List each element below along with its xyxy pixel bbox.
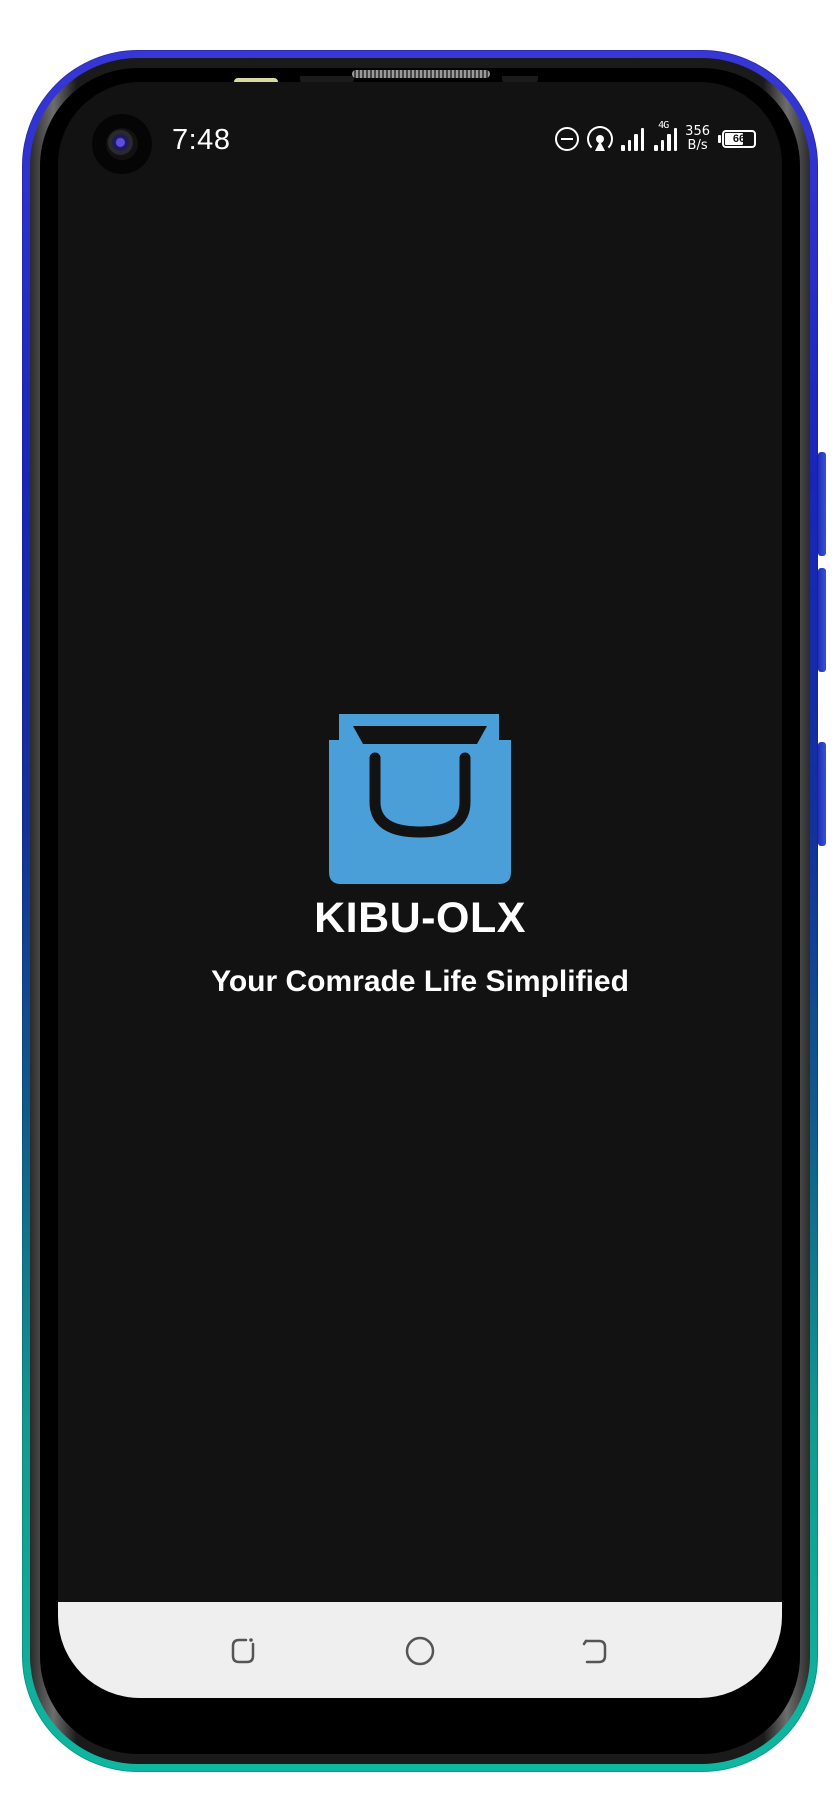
do-not-disturb-icon [555, 127, 580, 151]
earpiece-speaker [352, 70, 490, 78]
status-time: 7:48 [172, 124, 231, 156]
speed-value: 356 [685, 124, 710, 139]
app-tagline: Your Comrade Life Simplified [211, 965, 629, 998]
speed-unit: B/s [687, 138, 708, 153]
home-icon[interactable] [403, 1634, 437, 1668]
splash-content: KIBU-OLX Your Comrade Life Simplified [58, 714, 782, 999]
navigation-bar [58, 1602, 782, 1698]
network-speed: 356 B/s [685, 125, 710, 153]
power-button [818, 742, 826, 846]
battery-level: 66 [732, 133, 746, 145]
network-type: 4G [658, 120, 669, 131]
volume-down-button [818, 568, 826, 672]
app-name: KIBU-OLX [314, 894, 526, 942]
battery-icon: 66 [718, 130, 756, 148]
volume-up-button [818, 452, 826, 556]
recent-apps-icon[interactable] [226, 1634, 260, 1668]
front-camera [92, 114, 152, 174]
signal-icon: 4G [654, 121, 678, 151]
camera-lens-icon [106, 128, 138, 160]
signal-icon [621, 127, 645, 151]
hotspot-icon [587, 126, 614, 152]
app-screen: 7:48 4G 356 B/s 66 KIBU-OLX Your Comrade… [58, 82, 782, 1698]
status-icons: 4G 356 B/s 66 [555, 121, 756, 156]
phone-mockup: 7:48 4G 356 B/s 66 KIBU-OLX Your Comrade… [0, 0, 840, 1800]
back-icon[interactable] [578, 1634, 612, 1668]
shopping-bag-icon [329, 714, 511, 884]
